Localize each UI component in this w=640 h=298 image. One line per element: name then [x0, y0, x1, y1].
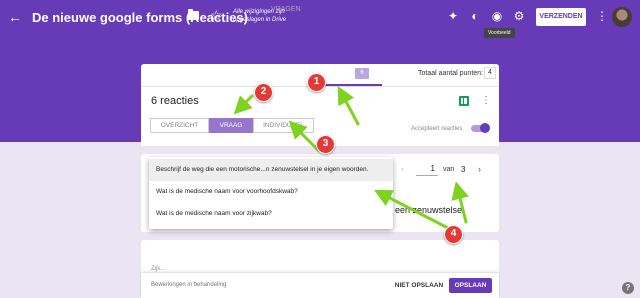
more-options-icon[interactable]: ⋮: [596, 9, 608, 23]
sheets-icon[interactable]: [459, 96, 469, 106]
view-individual-button[interactable]: INDIVIDUEEL: [253, 118, 314, 133]
annotation-badge-4: 4: [444, 225, 463, 244]
discard-button[interactable]: NIET OPSLAAN: [394, 278, 444, 293]
pending-edits-label: Bewerkingen in behandeling: [151, 282, 227, 288]
view-question-button[interactable]: VRAAG: [209, 118, 253, 133]
question-select-dropdown[interactable]: Beschrijf de weg die een motorische...n …: [149, 157, 393, 229]
preview-tooltip: Voorbeeld: [484, 28, 515, 38]
annotation-badge-2: 2: [254, 83, 273, 102]
view-summary-button[interactable]: OVERZICHT: [150, 118, 209, 133]
tab-questions[interactable]: VRAGEN: [271, 6, 301, 13]
star-icon[interactable]: ☆: [210, 7, 223, 23]
dropdown-option[interactable]: Beschrijf de weg die een motorische...n …: [149, 159, 393, 181]
annotation-badge-3: 3: [316, 135, 335, 154]
help-icon[interactable]: ?: [622, 282, 634, 294]
question-page-input[interactable]: 1: [416, 163, 438, 176]
chevron-left-icon[interactable]: ‹: [401, 164, 404, 174]
accepting-responses-label: Accepteert reacties: [411, 126, 463, 132]
addons-puzzle-icon[interactable]: ✦: [446, 9, 460, 23]
send-button[interactable]: VERZENDEN: [536, 8, 586, 26]
folder-icon[interactable]: [188, 9, 199, 20]
responses-count-badge: 6: [355, 68, 369, 79]
preview-eye-icon[interactable]: ◉: [490, 9, 504, 23]
back-arrow-icon[interactable]: ←: [8, 10, 22, 24]
settings-gear-icon[interactable]: ⚙: [512, 9, 526, 23]
dropdown-option[interactable]: Wat is de medische naam voor voorhoofdsk…: [149, 181, 393, 203]
palette-icon[interactable]: ◐: [468, 9, 482, 23]
responses-count-heading: 6 reacties: [151, 95, 199, 107]
accepting-toggle-knob[interactable]: [480, 123, 490, 133]
avatar[interactable]: [612, 7, 632, 27]
dropdown-option[interactable]: Wat is de medische naam voor zijkwab?: [149, 203, 393, 225]
question-title-partial: een zenuwstelsel: [395, 205, 465, 215]
pager-of-label: van: [443, 166, 455, 173]
responses-more-icon[interactable]: ⋮: [481, 95, 491, 106]
save-button[interactable]: OPSLAAN: [449, 278, 492, 293]
tab-responses[interactable]: REACTIES: [322, 6, 357, 13]
total-points-label: Totaal aantal punten:: [418, 70, 483, 77]
annotation-badge-1: 1: [307, 73, 326, 92]
total-points-value: 4: [484, 67, 496, 79]
chevron-right-icon[interactable]: ›: [478, 164, 481, 174]
pager-total: 3: [461, 165, 466, 174]
